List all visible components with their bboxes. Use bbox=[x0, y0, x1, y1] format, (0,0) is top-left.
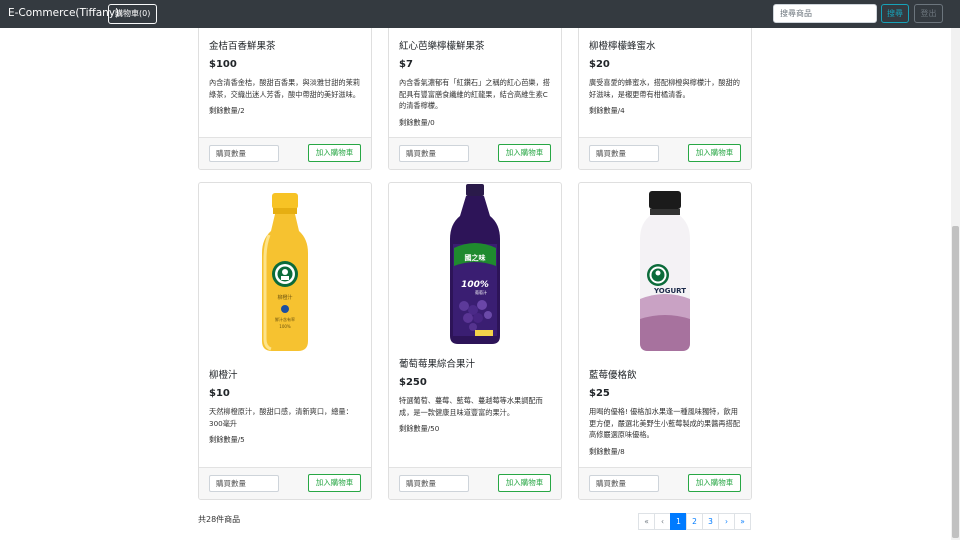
product-stock: 剩餘數量/50 bbox=[399, 424, 440, 433]
total-count: 共28件商品 bbox=[198, 515, 241, 524]
product-card: 柳橙檸檬蜂蜜水 $20 廣受喜愛的蜂蜜水，搭配柳橙與檸檬汁，酸甜的好滋味，是襯更… bbox=[578, 18, 752, 170]
card-footer: 購買數量 加入購物車 bbox=[579, 467, 751, 499]
page-next-button[interactable]: › bbox=[718, 513, 735, 530]
product-stock: 剩餘數量/8 bbox=[589, 446, 625, 456]
add-to-cart-button[interactable]: 加入購物車 bbox=[688, 144, 741, 162]
yogurt-bottle-image: YOGURT bbox=[640, 191, 690, 351]
page-2-button[interactable]: 2 bbox=[686, 513, 703, 530]
svg-text:100%: 100% bbox=[461, 280, 489, 290]
product-price: $250 bbox=[399, 377, 427, 388]
scrollbar-thumb[interactable] bbox=[952, 226, 959, 538]
page-3-button[interactable]: 3 bbox=[702, 513, 719, 530]
quantity-input[interactable]: 購買數量 bbox=[209, 475, 279, 492]
product-description: 廣受喜愛的蜂蜜水，搭配柳橙與檸檬汁，酸甜的好滋味，是襯更帶有柑橘清香。 bbox=[589, 78, 740, 99]
product-description: 天然柳橙原汁，酸甜口感，清新爽口，總量：300毫升 bbox=[209, 407, 353, 428]
svg-text:100%: 100% bbox=[279, 324, 291, 329]
quantity-input[interactable]: 購買數量 bbox=[399, 475, 469, 492]
product-name: 柳橙汁 bbox=[209, 370, 238, 381]
add-to-cart-button[interactable]: 加入購物車 bbox=[498, 474, 551, 492]
product-image[interactable]: YOGURT bbox=[579, 191, 751, 353]
product-stock: 剩餘數量/2 bbox=[209, 106, 245, 115]
product-name: 紅心芭樂檸檬鮮果茶 bbox=[399, 41, 485, 52]
svg-text:柳橙汁: 柳橙汁 bbox=[277, 294, 292, 301]
product-card: YOGURT 藍莓優格飲 $25 用喝的優格! 優格加水果逢一種風味獨特，飲用更… bbox=[578, 182, 752, 500]
logout-button[interactable]: 登出 bbox=[914, 4, 943, 23]
card-footer: 購買數量 加入購物車 bbox=[579, 137, 751, 169]
quantity-input[interactable]: 購買數量 bbox=[209, 145, 279, 162]
orange-juice-bottle-image: 柳橙汁 鮮汁含有率 100% bbox=[262, 193, 308, 351]
product-stock: 剩餘數量/4 bbox=[589, 106, 625, 115]
page-scrollbar[interactable] bbox=[951, 28, 960, 540]
product-description: 用喝的優格! 優格加水果逢一種風味獨特，飲用更方便，嚴選北美野生小藍莓製成的果醬… bbox=[589, 407, 740, 439]
product-price: $7 bbox=[399, 59, 413, 70]
product-card: 國之味 100% 葡萄汁 葡萄莓果綜合果汁 $250 特選葡萄、蔓莓、藍莓、蔓越… bbox=[388, 182, 562, 500]
product-image[interactable]: 柳橙汁 鮮汁含有率 100% bbox=[199, 191, 371, 353]
product-stock: 剩餘數量/5 bbox=[209, 435, 245, 444]
product-name: 葡萄莓果綜合果汁 bbox=[399, 359, 476, 370]
card-footer: 購買數量 加入購物車 bbox=[389, 137, 561, 169]
quantity-input[interactable]: 購買數量 bbox=[589, 145, 659, 162]
product-description: 內含清香金桔，酸甜百香果，與淡雅甘甜的茉莉綠茶，交織出迷人芳香，酸中帶甜的美好滋… bbox=[209, 78, 360, 99]
cart-button[interactable]: 購物車(0) bbox=[108, 4, 158, 24]
page-1-button[interactable]: 1 bbox=[670, 513, 687, 530]
product-description: 特選葡萄、蔓莓、藍莓、蔓越莓等水果調配而成，是一款健康且味道豐富的果汁。 bbox=[399, 396, 543, 417]
product-price: $20 bbox=[589, 59, 610, 70]
search-input[interactable]: 搜尋商品 bbox=[773, 4, 877, 23]
add-to-cart-button[interactable]: 加入購物車 bbox=[308, 144, 361, 162]
product-price: $100 bbox=[209, 59, 237, 70]
svg-text:YOGURT: YOGURT bbox=[653, 287, 686, 295]
add-to-cart-button[interactable]: 加入購物車 bbox=[308, 474, 361, 492]
add-to-cart-button[interactable]: 加入購物車 bbox=[498, 144, 551, 162]
add-to-cart-button[interactable]: 加入購物車 bbox=[688, 474, 741, 492]
quantity-input[interactable]: 購買數量 bbox=[399, 145, 469, 162]
grape-juice-bottle-image: 國之味 100% 葡萄汁 bbox=[450, 184, 500, 344]
product-image[interactable]: 國之味 100% 葡萄汁 bbox=[389, 184, 561, 346]
product-name: 金桔百香鮮果茶 bbox=[209, 41, 276, 52]
svg-text:葡萄汁: 葡萄汁 bbox=[475, 289, 487, 295]
product-name: 藍莓優格飲 bbox=[589, 370, 637, 381]
search-button[interactable]: 搜尋 bbox=[881, 4, 909, 23]
svg-text:國之味: 國之味 bbox=[465, 253, 486, 262]
pagination: « ‹ 1 2 3 › » bbox=[638, 513, 751, 530]
page-last-button[interactable]: » bbox=[734, 513, 751, 530]
page-first-button[interactable]: « bbox=[638, 513, 655, 530]
product-description: 內含香氣濃郁有「紅鑽石」之稱的紅心芭樂，搭配具有豐富膳食纖維的紅龍果，結合高維生… bbox=[399, 78, 550, 110]
navbar: E-Commerce(Tiffany) 購物車(0) 搜尋商品 搜尋 登出 bbox=[0, 0, 960, 28]
brand-link[interactable]: E-Commerce(Tiffany) bbox=[8, 7, 119, 19]
quantity-input[interactable]: 購買數量 bbox=[589, 475, 659, 492]
product-card: 柳橙汁 鮮汁含有率 100% 柳橙汁 $10 天然柳橙原汁，酸甜口感，清新爽口，… bbox=[198, 182, 372, 500]
card-footer: 購買數量 加入購物車 bbox=[389, 467, 561, 499]
product-stock: 剩餘數量/0 bbox=[399, 117, 435, 127]
page-prev-button[interactable]: ‹ bbox=[654, 513, 671, 530]
card-footer: 購買數量 加入購物車 bbox=[199, 467, 371, 499]
product-price: $10 bbox=[209, 388, 230, 399]
product-card: 金桔百香鮮果茶 $100 內含清香金桔，酸甜百香果，與淡雅甘甜的茉莉綠茶，交織出… bbox=[198, 18, 372, 170]
product-name: 柳橙檸檬蜂蜜水 bbox=[589, 41, 656, 52]
product-price: $25 bbox=[589, 388, 610, 399]
svg-text:鮮汁含有率: 鮮汁含有率 bbox=[275, 316, 295, 322]
product-card: 紅心芭樂檸檬鮮果茶 $7 內含香氣濃郁有「紅鑽石」之稱的紅心芭樂，搭配具有豐富膳… bbox=[388, 18, 562, 170]
card-footer: 購買數量 加入購物車 bbox=[199, 137, 371, 169]
